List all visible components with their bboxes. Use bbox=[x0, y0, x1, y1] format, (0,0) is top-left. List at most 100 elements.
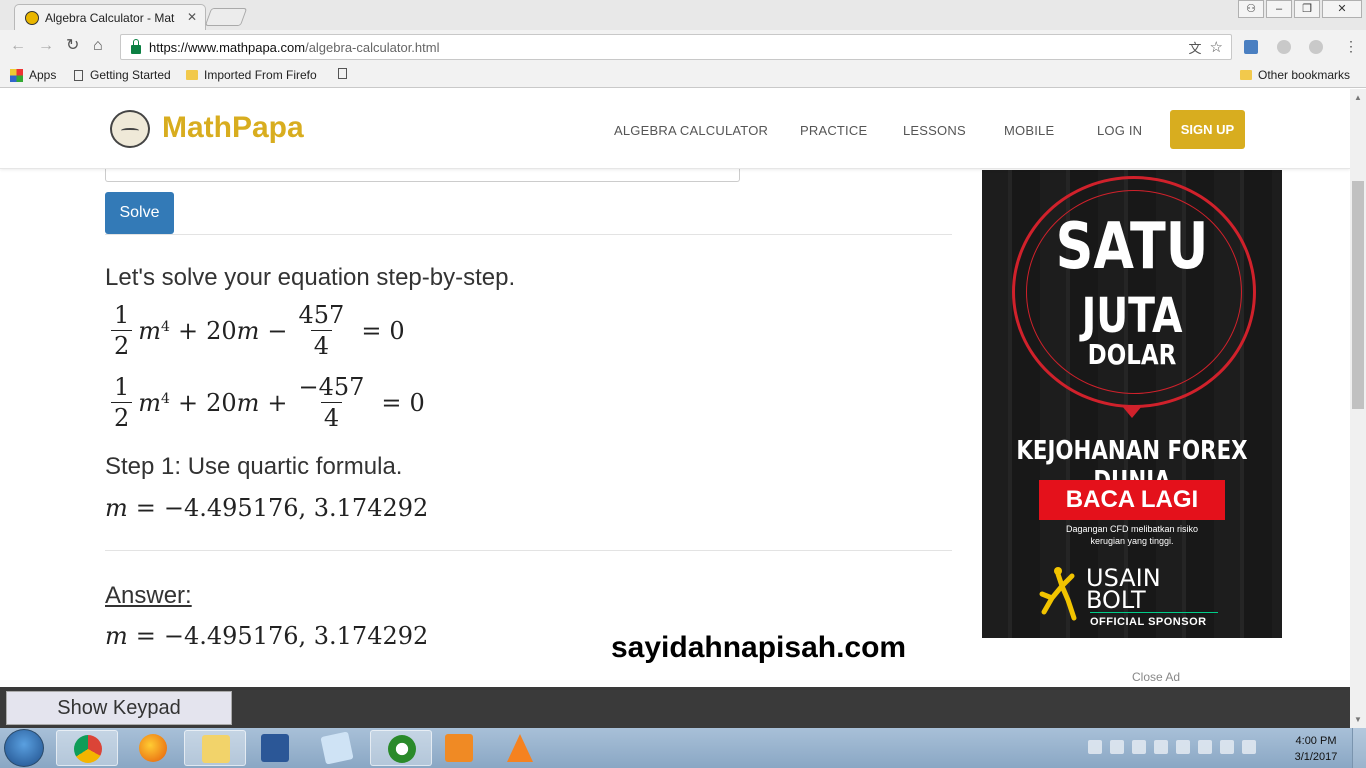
chrome-icon bbox=[74, 735, 102, 763]
equation-input[interactable] bbox=[105, 167, 740, 182]
extension-icon[interactable] bbox=[1244, 40, 1258, 54]
page-scrollbar[interactable]: ▲ ▼ bbox=[1350, 89, 1366, 728]
bookmark-page[interactable] bbox=[338, 68, 354, 79]
ad-line-3: DOLAR bbox=[1087, 338, 1177, 371]
nav-mobile[interactable]: MOBILE bbox=[1004, 123, 1054, 138]
maximize-button[interactable]: ❐ bbox=[1294, 0, 1320, 18]
folder-icon bbox=[202, 735, 230, 763]
tray-icon[interactable] bbox=[1110, 740, 1124, 754]
ad-brand-last: BOLT bbox=[1086, 586, 1146, 614]
ad-read-more-button[interactable]: BACA LAGI bbox=[1039, 480, 1225, 520]
divider bbox=[105, 234, 952, 235]
divider bbox=[105, 550, 952, 551]
taskbar-media[interactable] bbox=[428, 730, 490, 766]
bookmark-getting-started[interactable]: Getting Started bbox=[74, 68, 171, 82]
keypad-bar: Show Keypad bbox=[0, 687, 1350, 728]
word-icon bbox=[261, 734, 289, 762]
tray-icon[interactable] bbox=[1154, 740, 1168, 754]
nav-algebra-calculator[interactable]: ALGEBRA CALCULATOR bbox=[614, 123, 768, 138]
taskbar-vlc[interactable] bbox=[490, 730, 552, 766]
taskbar-chrome[interactable] bbox=[56, 730, 118, 766]
firefox-icon bbox=[139, 734, 167, 762]
mathpapa-favicon-icon bbox=[25, 10, 39, 25]
site-logo[interactable]: MathPapa bbox=[162, 111, 304, 145]
bookmark-star-icon[interactable]: ☆ bbox=[1210, 38, 1223, 56]
extension-icon[interactable] bbox=[1309, 40, 1323, 54]
tray-icon[interactable] bbox=[1198, 740, 1212, 754]
nav-practice[interactable]: PRACTICE bbox=[800, 123, 867, 138]
menu-icon[interactable]: ⋮ bbox=[1344, 38, 1358, 55]
url-path: /algebra-calculator.html bbox=[305, 39, 440, 55]
clock-time: 4:00 PM bbox=[1295, 735, 1337, 747]
answer-heading: Answer: bbox=[105, 582, 192, 609]
bookmark-label: Other bookmarks bbox=[1258, 68, 1351, 82]
ad-rule bbox=[1090, 612, 1218, 613]
page-icon bbox=[74, 69, 83, 81]
folder-icon bbox=[186, 70, 198, 80]
notes-icon bbox=[320, 731, 354, 765]
mathpapa-logo-icon[interactable] bbox=[110, 110, 150, 148]
taskbar-clock[interactable]: 4:00 PM 3/1/2017 bbox=[1290, 733, 1342, 765]
folder-icon bbox=[1240, 70, 1252, 80]
close-window-button[interactable]: ✕ bbox=[1322, 0, 1362, 18]
home-icon[interactable]: ⌂ bbox=[93, 38, 103, 54]
watermark-text: sayidahnapisah.com bbox=[611, 631, 907, 664]
other-bookmarks[interactable]: Other bookmarks bbox=[1240, 68, 1350, 82]
step-1-label: Step 1: Use quartic formula. bbox=[105, 453, 403, 480]
fraction: −457 4 bbox=[298, 373, 365, 432]
fraction: 457 4 bbox=[298, 301, 345, 360]
taskbar-notes[interactable] bbox=[306, 730, 368, 766]
tray-icon[interactable] bbox=[1088, 740, 1102, 754]
taskbar-explorer[interactable] bbox=[184, 730, 246, 766]
sign-up-button[interactable]: SIGN UP bbox=[1170, 110, 1245, 149]
reload-icon[interactable]: ↻ bbox=[66, 38, 79, 54]
translate-icon[interactable]: 文 bbox=[1189, 38, 1202, 57]
ad-disclaimer: kerugian yang tinggi. bbox=[1090, 536, 1174, 546]
site-navbar: MathPapa ALGEBRA CALCULATOR PRACTICE LES… bbox=[0, 89, 1350, 169]
step-1-result: m = −4.495176, 3.174292 bbox=[105, 494, 429, 522]
bookmark-imported[interactable]: Imported From Firefo bbox=[186, 68, 317, 82]
back-icon[interactable]: ← bbox=[10, 38, 26, 54]
vlc-icon bbox=[507, 734, 533, 762]
advertisement-banner[interactable]: SATU JUTA DOLAR KEJOHANAN FOREX DUNIA BA… bbox=[982, 170, 1282, 638]
network-icon[interactable] bbox=[1242, 740, 1256, 754]
solution-intro: Let's solve your equation step-by-step. bbox=[105, 264, 516, 291]
fraction: 12 bbox=[111, 375, 133, 430]
new-tab-button[interactable] bbox=[204, 8, 248, 26]
taskbar-network[interactable] bbox=[370, 730, 432, 766]
scrollbar-thumb[interactable] bbox=[1352, 181, 1364, 409]
extension-icon[interactable] bbox=[1277, 40, 1291, 54]
ad-sponsor-label: OFFICIAL SPONSOR bbox=[1090, 616, 1207, 628]
nav-log-in[interactable]: LOG IN bbox=[1097, 123, 1142, 138]
windows-taskbar: 4:00 PM 3/1/2017 bbox=[0, 728, 1366, 768]
usain-bolt-pose-icon bbox=[1039, 567, 1077, 621]
solve-button[interactable]: Solve bbox=[105, 192, 174, 234]
profile-icon[interactable]: ⚇ bbox=[1238, 0, 1264, 18]
bookmark-apps[interactable]: Apps bbox=[10, 68, 56, 82]
lock-icon bbox=[131, 38, 141, 54]
system-tray bbox=[1088, 740, 1256, 754]
close-tab-icon[interactable]: ✕ bbox=[187, 10, 197, 24]
bookmark-label: Imported From Firefo bbox=[204, 68, 317, 82]
page-icon bbox=[338, 68, 347, 79]
taskbar-word[interactable] bbox=[244, 730, 306, 766]
scroll-up-icon[interactable]: ▲ bbox=[1354, 93, 1362, 102]
close-ad-link[interactable]: Close Ad bbox=[1132, 670, 1180, 684]
volume-icon[interactable] bbox=[1220, 740, 1234, 754]
forward-icon[interactable]: → bbox=[38, 38, 54, 54]
address-bar[interactable]: https://www.mathpapa.com /algebra-calcul… bbox=[120, 34, 1232, 60]
equation-step-original: 12 m4 + 20 m − 457 4 = 0 bbox=[105, 303, 405, 358]
show-desktop-button[interactable] bbox=[1352, 728, 1366, 768]
media-player-icon bbox=[445, 734, 473, 762]
tray-icon[interactable] bbox=[1176, 740, 1190, 754]
bookmark-label: Apps bbox=[29, 68, 57, 82]
browser-tab[interactable]: Algebra Calculator - Mat ✕ bbox=[14, 4, 206, 30]
show-keypad-button[interactable]: Show Keypad bbox=[6, 691, 232, 725]
tray-icon[interactable] bbox=[1132, 740, 1146, 754]
start-button[interactable] bbox=[4, 729, 44, 767]
ad-disclaimer: Dagangan CFD melibatkan risiko bbox=[1065, 524, 1199, 534]
nav-lessons[interactable]: LESSONS bbox=[903, 123, 966, 138]
minimize-button[interactable]: – bbox=[1266, 0, 1292, 18]
scroll-down-icon[interactable]: ▼ bbox=[1354, 715, 1362, 724]
taskbar-firefox[interactable] bbox=[122, 730, 184, 766]
